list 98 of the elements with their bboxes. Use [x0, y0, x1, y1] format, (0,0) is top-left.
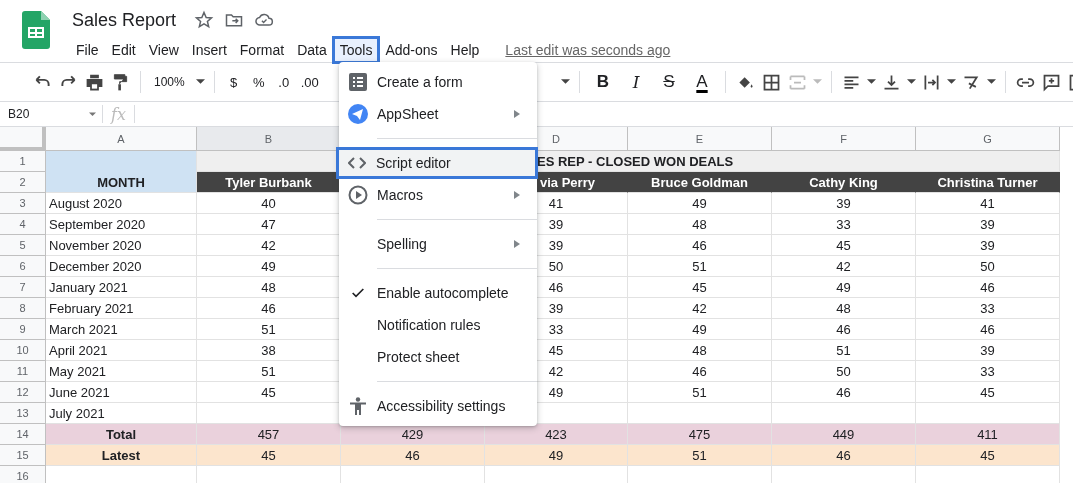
table-cell: Latest	[46, 445, 197, 466]
document-title[interactable]: Sales Report	[72, 9, 177, 31]
table-cell: 51	[628, 256, 772, 277]
table-cell: 33	[916, 361, 1060, 382]
column-header[interactable]: A	[46, 127, 197, 151]
zoom-dropdown[interactable]: 100%	[150, 75, 191, 89]
table-cell: February 2021	[46, 298, 197, 319]
row-number[interactable]: 1	[0, 151, 46, 172]
table-cell: 48	[628, 214, 772, 235]
table-cell: 46	[916, 277, 1060, 298]
table-cell: 48	[772, 298, 916, 319]
row-number[interactable]: 4	[0, 214, 46, 235]
table-cell: 42	[628, 298, 772, 319]
row-number[interactable]: 9	[0, 319, 46, 340]
column-heading: Cathy King	[772, 172, 916, 193]
table-cell: 51	[628, 445, 772, 466]
row-number[interactable]: 14	[0, 424, 46, 445]
table-cell: June 2021	[46, 382, 197, 403]
table-cell: 46	[772, 319, 916, 340]
table-cell: 423	[485, 424, 628, 445]
table-cell: 45	[916, 445, 1060, 466]
row-number[interactable]: 6	[0, 256, 46, 277]
table-cell: May 2021	[46, 361, 197, 382]
number-format-button[interactable]: $	[223, 74, 244, 90]
table-cell: 49	[628, 193, 772, 214]
column-heading: Tyler Burbank	[197, 172, 341, 193]
table-cell: 46	[341, 445, 485, 466]
row-number[interactable]: 10	[0, 340, 46, 361]
table-title: ES REP - CLOSED WON DEALS	[537, 153, 734, 169]
text-style-button[interactable]: A	[688, 72, 716, 92]
table-cell: 39	[772, 193, 916, 214]
table-cell: 51	[628, 382, 772, 403]
table-cell: 46	[628, 361, 772, 382]
table-cell: 39	[916, 235, 1060, 256]
row-number[interactable]: 8	[0, 298, 46, 319]
table-cell: April 2021	[46, 340, 197, 361]
table-cell: 39	[916, 214, 1060, 235]
row-number[interactable]: 16	[0, 466, 46, 483]
table-cell: 33	[916, 298, 1060, 319]
table-cell: 475	[628, 424, 772, 445]
table-cell: 46	[628, 235, 772, 256]
row-number[interactable]: 3	[0, 193, 46, 214]
number-format-button[interactable]: .0	[273, 74, 294, 90]
text-style-button[interactable]: I	[622, 72, 650, 92]
row-number[interactable]: 15	[0, 445, 46, 466]
column-header[interactable]: G	[916, 127, 1060, 151]
table-cell: November 2020	[46, 235, 197, 256]
menu-item[interactable]: Tools	[331, 36, 381, 64]
table-cell: 48	[628, 340, 772, 361]
column-heading: Christina Turner	[916, 172, 1060, 193]
table-cell: 46	[772, 445, 916, 466]
menu-option[interactable]: Script editor	[336, 147, 538, 179]
name-box[interactable]: B20	[0, 107, 102, 121]
table-cell: 45	[628, 277, 772, 298]
function-label: fx	[109, 104, 127, 124]
column-header[interactable]: F	[772, 127, 916, 151]
table-cell: 45	[916, 382, 1060, 403]
row-number[interactable]: 2	[0, 172, 46, 193]
number-format-button[interactable]: .00	[298, 74, 321, 90]
row-number[interactable]: 13	[0, 403, 46, 424]
table-cell: 41	[916, 193, 1060, 214]
row-number[interactable]: 12	[0, 382, 46, 403]
column-header[interactable]: E	[628, 127, 772, 151]
table-cell: 39	[916, 340, 1060, 361]
table-cell: 457	[197, 424, 341, 445]
menu-option[interactable]: AppSheet	[339, 98, 537, 130]
table-cell: Total	[46, 424, 197, 445]
column-header[interactable]: B	[197, 127, 341, 151]
table-cell: 33	[772, 214, 916, 235]
table-cell: 49	[628, 319, 772, 340]
table-cell: 49	[772, 277, 916, 298]
table-cell: 50	[772, 361, 916, 382]
row-number[interactable]: 5	[0, 235, 46, 256]
menu-option[interactable]: Create a form	[339, 66, 537, 98]
table-cell: 449	[772, 424, 916, 445]
table-cell: 46	[916, 319, 1060, 340]
column-heading: Bruce Goldman	[628, 172, 772, 193]
month-header: MONTH	[46, 151, 197, 193]
table-cell: 45	[772, 235, 916, 256]
table-cell: March 2021	[46, 319, 197, 340]
text-style-button[interactable]: B	[589, 72, 617, 92]
table-cell: 51	[772, 340, 916, 361]
table-cell: December 2020	[46, 256, 197, 277]
table-cell: 411	[916, 424, 1060, 445]
table-cell: 42	[772, 256, 916, 277]
table-cell: January 2021	[46, 277, 197, 298]
table-cell: August 2020	[46, 193, 197, 214]
table-cell: September 2020	[46, 214, 197, 235]
table-cell: 49	[485, 445, 628, 466]
table-cell: 429	[341, 424, 485, 445]
table-cell: 46	[772, 382, 916, 403]
table-cell: 50	[916, 256, 1060, 277]
row-number[interactable]: 7	[0, 277, 46, 298]
text-style-button[interactable]: S	[655, 72, 683, 92]
table-cell: 45	[197, 445, 341, 466]
row-number[interactable]: 11	[0, 361, 46, 382]
number-format-button[interactable]: %	[248, 74, 269, 90]
last-edit-link[interactable]: Last edit was seconds ago	[505, 42, 671, 58]
